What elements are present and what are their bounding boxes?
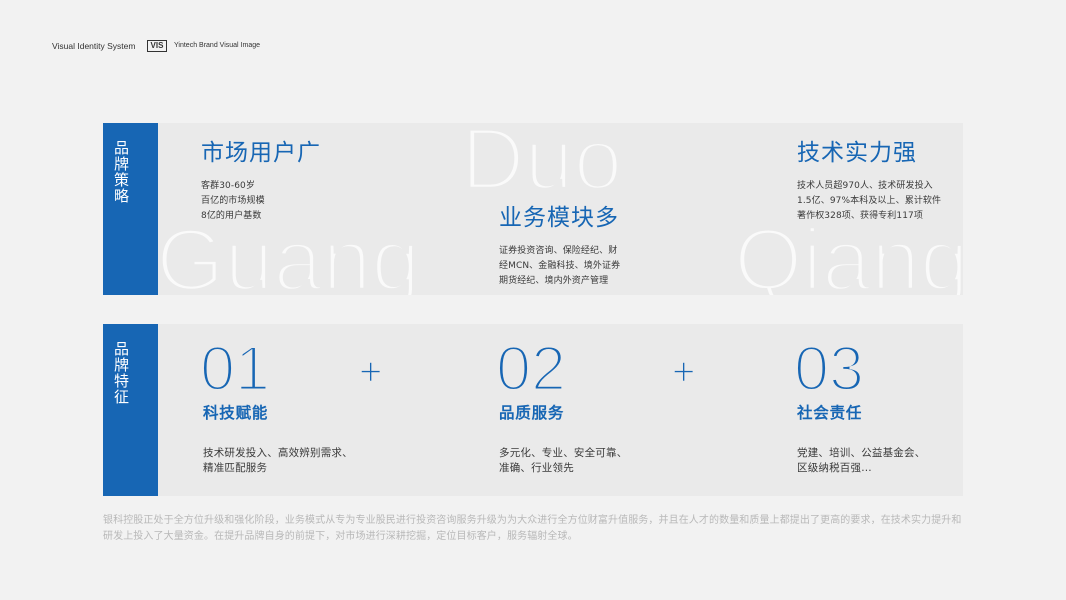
features-side-bar: 品牌特征 [103, 324, 158, 496]
footer-line: 研发上投入了大量资金。在提升品牌自身的前提下，对市场进行深耕挖掘，定位目标客户，… [103, 531, 578, 542]
column-description: 技术人员超970人、技术研发投入 1.5亿、97%本科及以上、累计软件 著作权3… [797, 179, 941, 224]
feature-title: 品质服务 [499, 404, 565, 422]
footer-line: 银科控股正处于全方位升级和强化阶段，业务模式从专为专业股民进行投资咨询服务升级为… [103, 515, 962, 526]
feature-line: 准确、行业领先 [499, 462, 574, 474]
features-section-label: 品牌特征 [112, 341, 130, 405]
feature-line: 多元化、专业、安全可靠、 [499, 447, 628, 459]
footer-paragraph: 银科控股正处于全方位升级和强化阶段，业务模式从专为专业股民进行投资咨询服务升级为… [103, 513, 962, 545]
plus-separator: + [671, 350, 696, 394]
feature-title: 社会责任 [797, 404, 863, 422]
feature-line: 区级纳税百强... [797, 462, 872, 474]
column-line: 经MCN、金融科技、境外证券 [499, 261, 621, 271]
feature-line: 精准匹配服务 [203, 462, 268, 474]
brand-identity-slide: Visual Identity System VIS Yintech Brand… [0, 0, 1066, 600]
column-description: 客群30-60岁 百亿的市场规模 8亿的用户基数 [201, 179, 321, 224]
vis-badge: VIS [147, 40, 167, 52]
column-line: 1.5亿、97%本科及以上、累计软件 [797, 196, 942, 206]
feature-item-quality: 02 品质服务 多元化、专业、安全可靠、 准确、行业领先 [494, 334, 627, 476]
watermark-word: Qiang [732, 210, 963, 295]
strategy-section-label: 品牌策略 [112, 140, 130, 204]
feature-item-tech: 01 科技赋能 技术研发投入、高效辨别需求、 精准匹配服务 [199, 334, 353, 476]
strategy-column-market: 市场用户广 客群30-60岁 百亿的市场规模 8亿的用户基数 [201, 139, 321, 224]
feature-number: 02 [494, 334, 567, 404]
column-line: 技术人员超970人、技术研发投入 [797, 181, 933, 191]
column-line: 著作权328项、获得专利117项 [797, 211, 923, 221]
feature-line: 技术研发投入、高效辨别需求、 [203, 447, 353, 459]
column-line: 8亿的用户基数 [201, 211, 262, 221]
feature-description: 党建、培训、公益基金会、 区级纳税百强... [797, 446, 925, 476]
strategy-side-bar: 品牌策略 [103, 123, 158, 295]
feature-line: 党建、培训、公益基金会、 [797, 447, 926, 459]
feature-description: 技术研发投入、高效辨别需求、 精准匹配服务 [203, 446, 353, 476]
feature-number: 01 [199, 334, 272, 404]
column-title: 业务模块多 [499, 205, 619, 231]
feature-number: 03 [792, 334, 865, 404]
column-line: 期货经纪、境内外资产管理 [499, 276, 609, 286]
feature-description: 多元化、专业、安全可靠、 准确、行业领先 [499, 446, 627, 476]
feature-item-social: 03 社会责任 党建、培训、公益基金会、 区级纳税百强... [792, 334, 925, 476]
watermark-word: Guang [154, 210, 423, 295]
plus-separator: + [358, 350, 383, 394]
column-title: 技术实力强 [797, 140, 917, 166]
header-subtitle: Yintech Brand Visual Image [174, 42, 260, 49]
column-description: 证券投资咨询、保险经纪、财 经MCN、金融科技、境外证券 期货经纪、境内外资产管… [499, 244, 620, 289]
strategy-column-tech: 技术实力强 技术人员超970人、技术研发投入 1.5亿、97%本科及以上、累计软… [797, 139, 941, 224]
watermark-word: Duo [459, 123, 625, 208]
brand-features-panel: 品牌特征 01 科技赋能 技术研发投入、高效辨别需求、 精准匹配服务 + 02 … [103, 324, 963, 496]
strategy-column-business: 业务模块多 证券投资咨询、保险经纪、财 经MCN、金融科技、境外证券 期货经纪、… [499, 204, 620, 289]
column-line: 百亿的市场规模 [201, 196, 265, 206]
column-title: 市场用户广 [201, 140, 321, 166]
brand-strategy-panel: Guang Duo Qiang 品牌策略 市场用户广 客群30-60岁 百亿的市… [103, 123, 963, 295]
feature-title: 科技赋能 [203, 404, 269, 422]
header-title: Visual Identity System [52, 41, 136, 51]
column-line: 客群30-60岁 [201, 181, 255, 191]
column-line: 证券投资咨询、保险经纪、财 [499, 246, 618, 256]
